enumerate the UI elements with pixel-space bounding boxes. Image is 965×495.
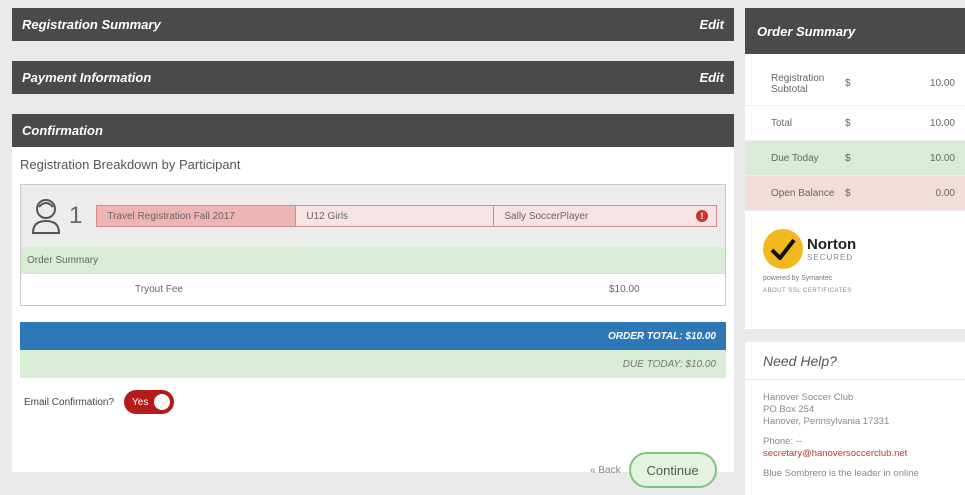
help-address: Hanover Soccer Club PO Box 254 Hanover, … bbox=[763, 392, 965, 428]
toggle-label: Yes bbox=[132, 396, 149, 408]
payment-information-title: Payment Information bbox=[22, 70, 152, 85]
summary-amount: 0.00 bbox=[935, 187, 955, 199]
summary-label: Registration Subtotal bbox=[771, 72, 825, 95]
help-address-line: Hanover, Pennsylvania 17331 bbox=[763, 416, 890, 427]
help-body: Hanover Soccer Club PO Box 254 Hanover, … bbox=[745, 380, 965, 480]
breadcrumb-program: Travel Registration Fall 2017 bbox=[97, 206, 296, 226]
form-actions: « Back Continue bbox=[590, 452, 717, 488]
summary-currency: $ bbox=[845, 78, 851, 89]
checkmark-icon bbox=[763, 229, 803, 269]
email-confirmation-row: Email Confirmation? Yes bbox=[20, 390, 726, 414]
order-total-bar: ORDER TOTAL: $10.00 bbox=[20, 322, 726, 350]
summary-row: Due Today $ 10.00 bbox=[745, 141, 965, 176]
registration-summary-header[interactable]: Registration Summary Edit bbox=[12, 8, 734, 41]
user-icon bbox=[29, 195, 63, 237]
breadcrumb-division: U12 Girls bbox=[295, 206, 493, 226]
email-confirmation-toggle[interactable]: Yes bbox=[124, 390, 175, 414]
checkout-main: Registration Summary Edit Payment Inform… bbox=[12, 8, 734, 472]
participant-row: 1 Travel Registration Fall 2017 U12 Girl… bbox=[21, 185, 725, 247]
summary-row: Registration Subtotal $ 10.00 bbox=[745, 62, 965, 106]
order-summary-table: Registration Subtotal $ 10.00 Total $ 10… bbox=[745, 54, 965, 329]
summary-label: Total bbox=[771, 117, 793, 129]
sidebar: Order Summary Registration Subtotal $ 10… bbox=[745, 8, 965, 495]
summary-label: Due Today bbox=[771, 152, 819, 164]
fee-row: Tryout Fee $10.00 bbox=[21, 273, 725, 305]
order-summary-title: Order Summary bbox=[745, 8, 965, 54]
participant-card: 1 Travel Registration Fall 2017 U12 Girl… bbox=[20, 184, 726, 306]
back-link[interactable]: « Back bbox=[590, 465, 621, 476]
summary-row: Open Balance $ 0.00 bbox=[745, 176, 965, 211]
registration-summary-title: Registration Summary bbox=[22, 17, 161, 32]
due-today-bar: DUE TODAY: $10.00 bbox=[20, 350, 726, 378]
summary-amount: 10.00 bbox=[929, 78, 955, 89]
email-confirmation-label: Email Confirmation? bbox=[24, 396, 115, 408]
continue-button[interactable]: Continue bbox=[628, 452, 717, 488]
ssl-about-link[interactable]: ABOUT SSL CERTIFICATES bbox=[763, 288, 873, 294]
summary-label: Open Balance bbox=[771, 187, 835, 199]
summary-currency: $ bbox=[845, 152, 851, 164]
summary-currency: $ bbox=[845, 117, 851, 129]
breadcrumb-player: Sally SoccerPlayer ! bbox=[493, 206, 716, 226]
fee-name: Tryout Fee bbox=[135, 284, 183, 295]
confirmation-title: Confirmation bbox=[22, 123, 103, 138]
help-title: Need Help? bbox=[745, 342, 965, 380]
norton-seal[interactable]: Norton SECURED powered by Symantec ABOUT… bbox=[763, 229, 873, 294]
fee-amount: $10.00 bbox=[609, 284, 640, 295]
registration-summary-edit-link[interactable]: Edit bbox=[699, 17, 724, 32]
norton-powered: powered by Symantec bbox=[763, 275, 833, 282]
help-contact: Phone: -- secretary@hanoversoccerclub.ne… bbox=[763, 436, 965, 460]
summary-amount: 10.00 bbox=[929, 117, 955, 129]
breadcrumb-player-name: Sally SoccerPlayer bbox=[504, 210, 589, 222]
help-footer: Blue Sombrero is the leader in online bbox=[763, 468, 919, 479]
help-phone: Phone: -- bbox=[763, 436, 803, 447]
summary-amount: 10.00 bbox=[929, 152, 955, 164]
help-panel: Need Help? Hanover Soccer Club PO Box 25… bbox=[745, 342, 965, 495]
norton-secured: SECURED bbox=[807, 253, 854, 262]
confirmation-panel: Registration Breakdown by Participant 1 … bbox=[12, 147, 734, 472]
order-summary-label: Order Summary bbox=[21, 247, 725, 273]
norton-brand: Norton bbox=[807, 236, 857, 253]
summary-row: Total $ 10.00 bbox=[745, 106, 965, 141]
norton-badge: Norton SECURED bbox=[763, 229, 873, 269]
summary-currency: $ bbox=[845, 187, 851, 199]
breakdown-title: Registration Breakdown by Participant bbox=[20, 157, 241, 172]
help-email-link[interactable]: secretary@hanoversoccerclub.net bbox=[763, 448, 965, 460]
help-address-line: PO Box 254 bbox=[763, 404, 815, 415]
confirmation-header: Confirmation bbox=[12, 114, 734, 147]
payment-information-edit-link[interactable]: Edit bbox=[699, 70, 724, 85]
toggle-knob bbox=[154, 394, 171, 410]
payment-information-header[interactable]: Payment Information Edit bbox=[12, 61, 734, 94]
registration-breadcrumb: Travel Registration Fall 2017 U12 Girls … bbox=[96, 205, 717, 227]
alert-icon[interactable]: ! bbox=[696, 210, 708, 222]
participant-number: 1 bbox=[69, 202, 83, 229]
help-address-line: Hanover Soccer Club bbox=[763, 392, 854, 403]
